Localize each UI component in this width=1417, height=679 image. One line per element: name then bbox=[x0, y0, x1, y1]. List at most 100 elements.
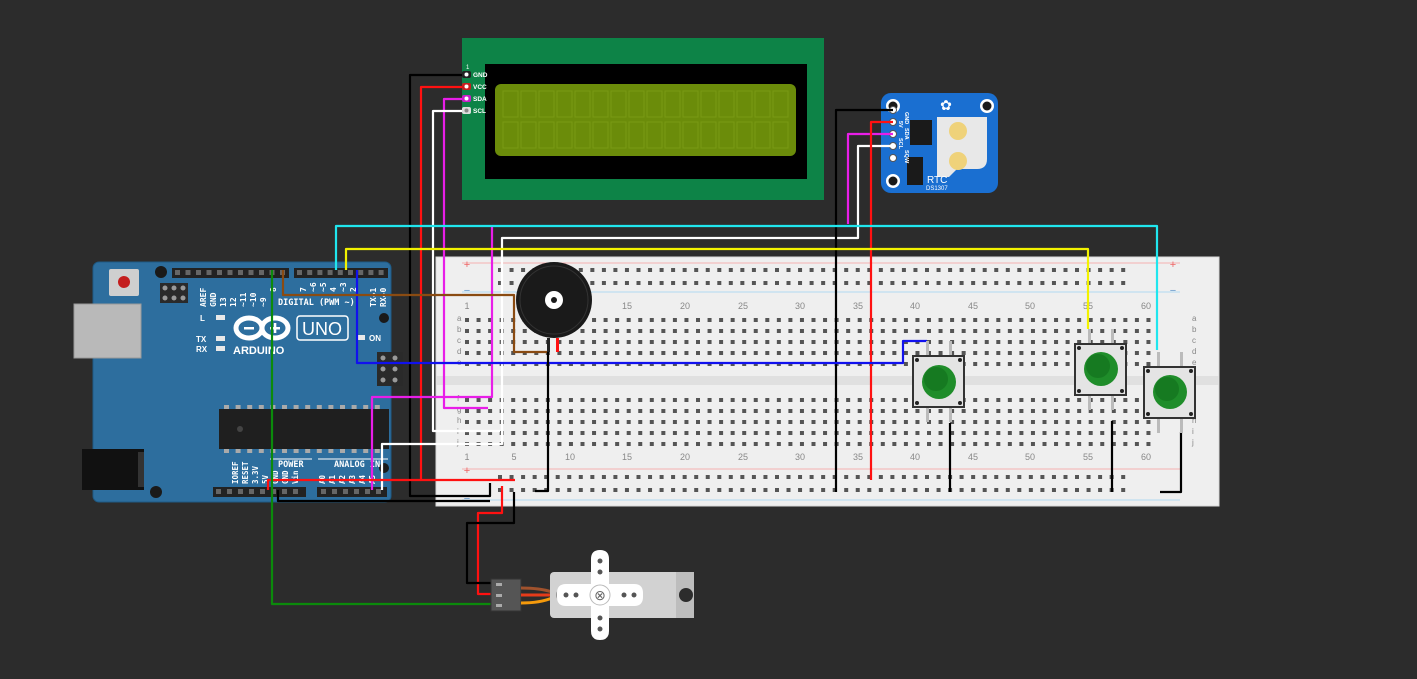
breadboard-hole bbox=[719, 398, 724, 402]
rail-hole bbox=[682, 488, 687, 492]
breadboard-hole bbox=[603, 409, 608, 413]
row-label: c bbox=[457, 336, 461, 345]
rail-hole bbox=[1098, 281, 1103, 285]
rail-hole bbox=[1063, 475, 1068, 479]
chip-leg bbox=[305, 405, 311, 409]
breadboard-hole bbox=[1111, 318, 1116, 322]
breadboard-hole bbox=[788, 398, 793, 402]
header-pin bbox=[249, 489, 254, 494]
led-label: L bbox=[200, 314, 205, 323]
arduino-uno-board[interactable]: AREF GND 13 12 ~11 ~10 ~9 8 7 ~6 ~5 4 ~3… bbox=[73, 261, 403, 503]
breadboard-hole bbox=[719, 318, 724, 322]
breadboard-hole bbox=[649, 340, 654, 344]
rail-hole bbox=[601, 268, 606, 272]
rail-hole bbox=[590, 475, 595, 479]
breadboard-hole bbox=[811, 398, 816, 402]
breadboard-hole bbox=[1019, 420, 1024, 424]
breadboard-hole bbox=[938, 340, 943, 344]
breadboard-hole bbox=[1054, 431, 1059, 435]
breadboard-hole bbox=[1054, 398, 1059, 402]
mount-hole bbox=[379, 313, 389, 323]
breadboard-hole bbox=[476, 340, 481, 344]
rail-hole bbox=[890, 281, 895, 285]
breadboard-hole bbox=[1042, 398, 1047, 402]
breadboard-hole bbox=[557, 420, 562, 424]
rail-hole bbox=[855, 281, 860, 285]
breadboard-hole bbox=[672, 351, 677, 355]
row-label: d bbox=[1192, 347, 1196, 356]
breadboard-hole bbox=[522, 442, 527, 446]
rail-hole bbox=[740, 281, 745, 285]
rail-hole bbox=[971, 268, 976, 272]
rtc-module[interactable]: ✿ GND 5V SDA SCL SQW RTC DS1307 bbox=[881, 93, 998, 193]
reset-button-cap[interactable] bbox=[118, 276, 130, 288]
breadboard-hole bbox=[649, 398, 654, 402]
breadboard-hole bbox=[765, 431, 770, 435]
breadboard-hole bbox=[1030, 351, 1035, 355]
breadboard-hole bbox=[684, 340, 689, 344]
breadboard-hole bbox=[1030, 362, 1035, 366]
lcd-display[interactable]: 1 GND VCC SDA SCL bbox=[462, 38, 824, 200]
breadboard-hole bbox=[892, 329, 897, 333]
rail-hole bbox=[821, 475, 826, 479]
breadboard-hole bbox=[476, 351, 481, 355]
rail-hole bbox=[1098, 268, 1103, 272]
rail-hole bbox=[798, 268, 803, 272]
header-pin bbox=[196, 270, 201, 275]
pin-label: TX→1 bbox=[369, 288, 378, 307]
rail-hole bbox=[636, 268, 641, 272]
servo-motor[interactable]: ⊗ bbox=[490, 550, 694, 640]
power-jack bbox=[82, 449, 144, 490]
breadboard-hole bbox=[707, 329, 712, 333]
breadboard-hole bbox=[511, 420, 516, 424]
breadboard-hole bbox=[557, 442, 562, 446]
breadboard-hole bbox=[857, 398, 862, 402]
breadboard-hole bbox=[661, 398, 666, 402]
rail-hole bbox=[1005, 268, 1010, 272]
breadboard-hole bbox=[973, 329, 978, 333]
power-header[interactable] bbox=[213, 487, 306, 497]
header-pin bbox=[206, 270, 212, 275]
breadboard-hole bbox=[603, 431, 608, 435]
breadboard-hole bbox=[1042, 340, 1047, 344]
rail-hole bbox=[728, 488, 733, 492]
header-pin bbox=[343, 489, 348, 494]
rail-hole bbox=[694, 268, 699, 272]
chip-leg bbox=[224, 405, 229, 409]
breadboard-hole bbox=[742, 398, 747, 402]
rail-hole bbox=[636, 475, 641, 479]
row-label: i bbox=[1192, 427, 1194, 436]
breadboard-hole bbox=[522, 409, 527, 413]
usb-port bbox=[73, 303, 142, 359]
breadboard-hole bbox=[719, 329, 724, 333]
breadboard-hole bbox=[880, 329, 885, 333]
rail-hole bbox=[821, 281, 826, 285]
rail-hole bbox=[636, 281, 641, 285]
breadboard-hole bbox=[1019, 398, 1024, 402]
rail-hole bbox=[705, 268, 710, 272]
breadboard-hole bbox=[534, 420, 539, 424]
rail-hole bbox=[890, 475, 895, 479]
breadboard-hole bbox=[996, 340, 1001, 344]
breadboard-hole bbox=[638, 329, 643, 333]
chip-leg bbox=[247, 405, 253, 409]
breadboard-hole bbox=[996, 409, 1001, 413]
breadboard-hole bbox=[1030, 420, 1035, 424]
rail-hole bbox=[509, 268, 514, 272]
breadboard-hole bbox=[880, 398, 885, 402]
breadboard-hole bbox=[984, 442, 989, 446]
breadboard-hole bbox=[696, 340, 700, 344]
breadboard-hole bbox=[696, 398, 700, 402]
breadboard-hole bbox=[672, 431, 677, 435]
rail-hole bbox=[728, 475, 733, 479]
breadboard-hole bbox=[730, 351, 735, 355]
header-pin bbox=[260, 489, 265, 494]
rail-hole bbox=[786, 488, 791, 492]
rail-hole bbox=[1005, 475, 1010, 479]
breadboard-hole bbox=[811, 431, 816, 435]
breadboard-hole bbox=[1077, 442, 1082, 446]
rail-hole bbox=[1040, 488, 1045, 492]
breadboard-hole bbox=[684, 442, 689, 446]
breadboard-hole bbox=[776, 318, 781, 322]
breadboard-hole bbox=[846, 431, 851, 435]
